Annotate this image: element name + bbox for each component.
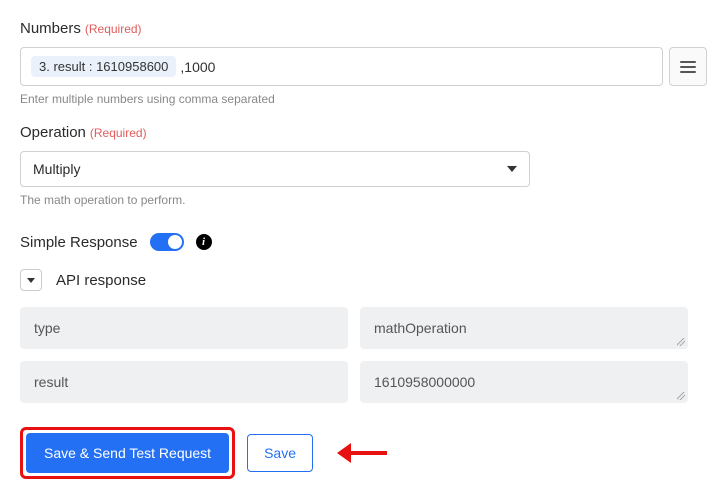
simple-response-label: Simple Response bbox=[20, 234, 138, 251]
required-marker: (Required) bbox=[90, 126, 147, 140]
api-response-grid: type mathOperation result 1610958000000 bbox=[20, 307, 688, 403]
numbers-input[interactable]: 3. result : 1610958600 ,1000 bbox=[20, 47, 663, 86]
arrow-line bbox=[345, 451, 387, 455]
required-marker: (Required) bbox=[85, 22, 142, 36]
actions-row: Save & Send Test Request Save bbox=[20, 427, 707, 479]
response-value[interactable]: 1610958000000 bbox=[360, 361, 688, 403]
simple-response-toggle[interactable] bbox=[150, 233, 184, 251]
numbers-label-text: Numbers bbox=[20, 20, 81, 37]
operation-select[interactable]: Multiply bbox=[20, 151, 530, 187]
operation-label-text: Operation bbox=[20, 124, 86, 141]
chevron-down-icon bbox=[27, 278, 35, 283]
operation-field: Operation (Required) Multiply The math o… bbox=[20, 124, 707, 207]
highlight-annotation: Save & Send Test Request bbox=[20, 427, 235, 479]
api-response-label: API response bbox=[56, 272, 146, 289]
numbers-label: Numbers (Required) bbox=[20, 20, 707, 37]
info-icon[interactable]: i bbox=[196, 234, 212, 250]
simple-response-row: Simple Response i bbox=[20, 233, 707, 251]
numbers-input-row: 3. result : 1610958600 ,1000 bbox=[20, 47, 707, 86]
variable-pill[interactable]: 3. result : 1610958600 bbox=[31, 56, 176, 77]
save-button[interactable]: Save bbox=[247, 434, 313, 472]
api-response-header: API response bbox=[20, 269, 707, 291]
numbers-help: Enter multiple numbers using comma separ… bbox=[20, 92, 707, 106]
operation-label: Operation (Required) bbox=[20, 124, 707, 141]
caret-down-icon bbox=[507, 166, 517, 172]
hamburger-icon bbox=[680, 61, 696, 73]
response-value[interactable]: mathOperation bbox=[360, 307, 688, 349]
arrow-annotation bbox=[337, 443, 387, 463]
numbers-input-text: ,1000 bbox=[180, 59, 215, 75]
response-key[interactable]: result bbox=[20, 361, 348, 403]
save-send-test-button[interactable]: Save & Send Test Request bbox=[26, 433, 229, 473]
response-key[interactable]: type bbox=[20, 307, 348, 349]
numbers-options-button[interactable] bbox=[669, 47, 707, 86]
numbers-field: Numbers (Required) 3. result : 161095860… bbox=[20, 20, 707, 106]
api-response-toggle[interactable] bbox=[20, 269, 42, 291]
operation-help: The math operation to perform. bbox=[20, 193, 707, 207]
operation-value: Multiply bbox=[33, 161, 80, 177]
